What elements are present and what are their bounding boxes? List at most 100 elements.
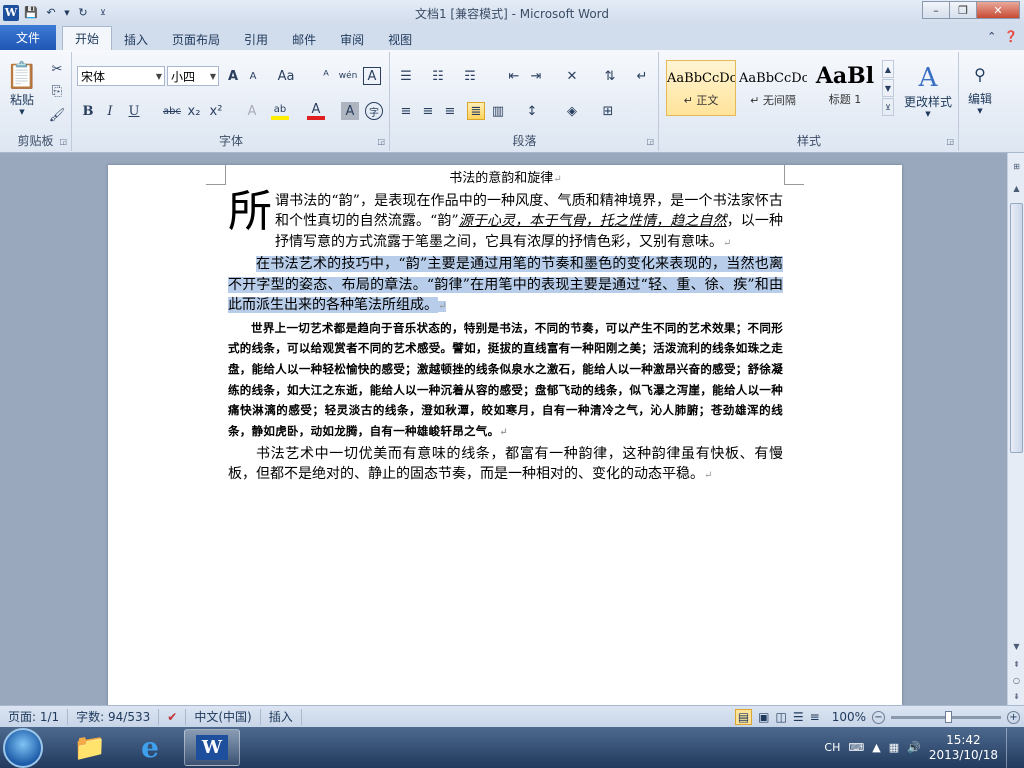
show-marks-icon[interactable]: ↵ xyxy=(633,67,651,85)
font-color-icon[interactable]: A xyxy=(307,102,325,120)
font-launcher-icon[interactable]: ◲ xyxy=(377,137,385,146)
zoom-slider-thumb[interactable] xyxy=(945,710,952,723)
clock[interactable]: 15:42 2013/10/18 xyxy=(929,733,998,763)
scroll-thumb[interactable] xyxy=(1010,203,1023,453)
zoom-level[interactable]: 100% xyxy=(832,710,866,724)
close-button[interactable]: ✕ xyxy=(976,1,1020,19)
redo-icon[interactable]: ↻ xyxy=(75,5,91,21)
line-spacing-icon[interactable]: ↕ xyxy=(523,102,541,120)
full-screen-icon[interactable]: ▣ xyxy=(758,710,769,724)
document-page[interactable]: 书法的意韵和旋律↵ 所谓书法的“韵”，是表现在作品中的一种风度、气质和精神境界，… xyxy=(108,165,902,705)
zoom-in-button[interactable]: + xyxy=(1007,710,1020,724)
zoom-slider[interactable] xyxy=(891,710,1001,723)
font-name-combo[interactable]: 宋体 ▼ xyxy=(77,66,165,86)
font-size-combo[interactable]: 小四 ▼ xyxy=(167,66,219,86)
keyboard-icon[interactable]: ⌨ xyxy=(848,741,864,754)
style-no-spacing[interactable]: AaBbCcDc ↵ 无间隔 xyxy=(738,60,808,116)
scroll-up-icon[interactable]: ▲ xyxy=(1010,181,1023,195)
style-heading-1[interactable]: AaBl 标题 1 xyxy=(810,60,880,116)
tab-home[interactable]: 开始 xyxy=(62,26,113,50)
prev-page-icon[interactable]: ⇞ xyxy=(1010,657,1023,671)
page-count[interactable]: 页面: 1/1 xyxy=(0,708,69,725)
zoom-out-button[interactable]: − xyxy=(872,710,885,724)
bullets-icon[interactable]: ☰ xyxy=(397,67,415,85)
text-effects-icon[interactable]: A xyxy=(243,102,261,120)
insert-mode[interactable]: 插入 xyxy=(261,708,302,725)
maximize-button[interactable]: ❐ xyxy=(949,1,977,19)
align-center-icon[interactable]: ≡ xyxy=(419,102,437,120)
clipboard-launcher-icon[interactable]: ◲ xyxy=(59,137,67,146)
numbering-icon[interactable]: ☷ xyxy=(429,67,447,85)
tab-file[interactable]: 文件 xyxy=(0,25,56,50)
vertical-scrollbar[interactable]: ⊞ ▲ ▼ ⇞ ○ ⇟ xyxy=(1007,153,1024,705)
explorer-taskbar-button[interactable]: 📁 xyxy=(62,729,118,766)
underline-button[interactable]: U xyxy=(125,102,143,120)
increase-indent-icon[interactable]: ⇥ xyxy=(527,67,545,85)
italic-button[interactable]: I xyxy=(101,102,119,120)
outline-icon[interactable]: ☰ xyxy=(793,710,804,724)
undo-dropdown-icon[interactable]: ▼ xyxy=(63,5,71,21)
volume-icon[interactable]: 🔊 xyxy=(907,741,921,754)
print-layout-icon[interactable]: ▤ xyxy=(734,709,753,725)
enclose-char-icon[interactable]: 字 xyxy=(365,102,383,120)
tray-expand-icon[interactable]: ▲ xyxy=(872,741,880,754)
tab-page-layout[interactable]: 页面布局 xyxy=(160,28,232,50)
editing-button[interactable]: ⚲ 编辑 ▼ xyxy=(962,60,998,120)
tab-mailings[interactable]: 邮件 xyxy=(280,28,328,50)
align-right-icon[interactable]: ≡ xyxy=(441,102,459,120)
browse-object-icon[interactable]: ○ xyxy=(1010,673,1023,687)
network-icon[interactable]: ▦ xyxy=(889,741,899,754)
styles-scroll-down-icon[interactable]: ▼ xyxy=(882,79,894,97)
scroll-down-icon[interactable]: ▼ xyxy=(1010,639,1023,653)
shrink-font-icon[interactable]: A xyxy=(244,67,262,85)
superscript-button[interactable]: x² xyxy=(207,102,225,120)
highlight-icon[interactable]: ab xyxy=(271,102,289,120)
char-shading-icon[interactable]: A xyxy=(341,102,359,120)
copy-icon[interactable]: ⎘ xyxy=(48,82,66,100)
minimize-ribbon-icon[interactable]: ⌃ xyxy=(987,30,996,43)
clear-format-icon[interactable]: ᴬ xyxy=(317,67,335,85)
char-border-icon[interactable]: A xyxy=(363,67,381,85)
sort-icon[interactable]: ⇅ xyxy=(601,67,619,85)
bold-button[interactable]: B xyxy=(79,102,97,120)
distributed-icon[interactable]: ▥ xyxy=(489,102,507,120)
tab-references[interactable]: 引用 xyxy=(232,28,280,50)
undo-icon[interactable]: ↶ xyxy=(43,5,59,21)
web-layout-icon[interactable]: ◫ xyxy=(776,710,787,724)
ruler-toggle-icon[interactable]: ⊞ xyxy=(1010,159,1023,173)
subscript-button[interactable]: x₂ xyxy=(185,102,203,120)
style-normal[interactable]: AaBbCcDc ↵ 正文 xyxy=(666,60,736,116)
multilevel-list-icon[interactable]: ☶ xyxy=(461,67,479,85)
format-painter-icon[interactable]: 🖌 xyxy=(48,106,66,124)
styles-scroll-up-icon[interactable]: ▲ xyxy=(882,60,894,78)
customize-qat-icon[interactable]: ⊻ xyxy=(95,5,111,21)
borders-icon[interactable]: ⊞ xyxy=(599,102,617,120)
tab-review[interactable]: 审阅 xyxy=(328,28,376,50)
tab-insert[interactable]: 插入 xyxy=(112,28,160,50)
paste-button[interactable]: 📋 粘贴 ▼ xyxy=(4,54,40,122)
change-case-icon[interactable]: Aa xyxy=(277,67,295,85)
word-logo-icon[interactable]: W xyxy=(3,4,19,21)
show-desktop-button[interactable] xyxy=(1006,727,1016,768)
phonetic-guide-icon[interactable]: wén xyxy=(339,67,358,85)
language-status[interactable]: 中文(中国) xyxy=(186,708,261,725)
change-styles-button[interactable]: A 更改样式 ▼ xyxy=(900,58,956,122)
ime-indicator[interactable]: CH xyxy=(824,741,840,754)
minimize-button[interactable]: – xyxy=(922,1,950,19)
paragraph-launcher-icon[interactable]: ◲ xyxy=(646,137,654,146)
chinese-layout-icon[interactable]: ✕ xyxy=(563,67,581,85)
shading-icon[interactable]: ◈ xyxy=(563,102,581,120)
help-icon[interactable]: ❓ xyxy=(1004,30,1018,43)
cut-icon[interactable]: ✂ xyxy=(48,60,66,78)
draft-icon[interactable]: ≡ xyxy=(810,710,820,724)
tab-view[interactable]: 视图 xyxy=(376,28,424,50)
ie-taskbar-button[interactable]: e xyxy=(122,729,178,766)
next-page-icon[interactable]: ⇟ xyxy=(1010,689,1023,703)
word-taskbar-button[interactable]: W xyxy=(184,729,240,766)
grow-font-icon[interactable]: A xyxy=(224,67,242,85)
document-content[interactable]: 书法的意韵和旋律↵ 所谓书法的“韵”，是表现在作品中的一种风度、气质和精神境界，… xyxy=(228,169,783,487)
styles-launcher-icon[interactable]: ◲ xyxy=(946,137,954,146)
save-icon[interactable]: 💾 xyxy=(23,5,39,21)
proofing-icon[interactable]: ✔ xyxy=(159,708,187,725)
justify-icon[interactable]: ≣ xyxy=(467,102,485,120)
